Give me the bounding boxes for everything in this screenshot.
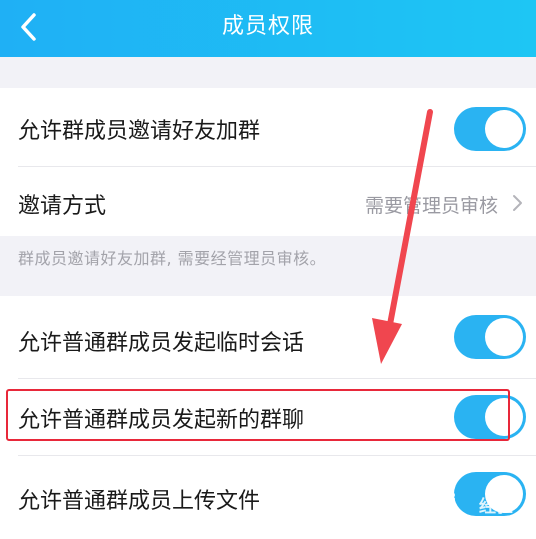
baidu-watermark: Bai 经验 jingyan.baidu.com	[393, 486, 523, 536]
paw-icon	[397, 492, 415, 513]
annotation-arrow	[372, 109, 433, 364]
watermark-url: jingyan.baidu.com	[421, 516, 523, 529]
watermark-brand2: 经验	[479, 497, 513, 517]
highlight-box	[6, 389, 510, 441]
watermark-brand: Bai	[421, 490, 457, 514]
